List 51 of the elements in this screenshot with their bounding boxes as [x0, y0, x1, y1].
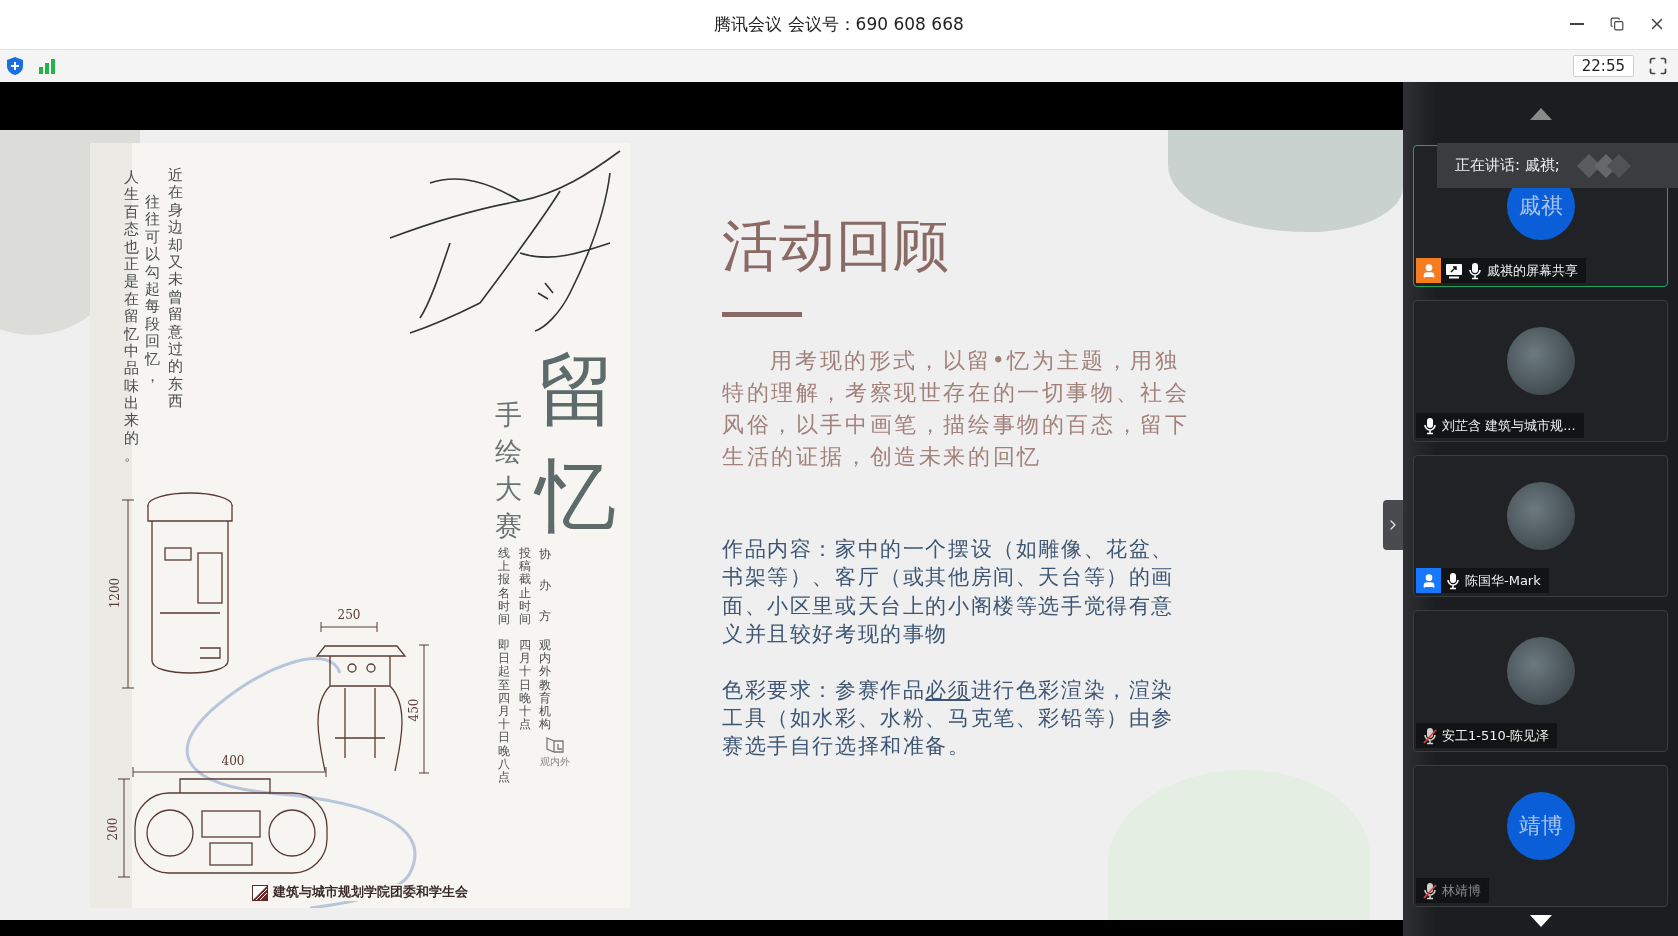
- logo-icon: [544, 736, 566, 754]
- minimize-icon: [1570, 23, 1584, 25]
- intro-paragraph: 用考现的形式，以留•忆为主题，用独特的理解，考察现世存在的一切事物、社会风俗，以手中画笔，描绘事物的百态，留下生活的证据，创造未来的回忆: [722, 347, 1191, 471]
- slide-heading: 活动回顾: [722, 212, 951, 280]
- participant-tile[interactable]: 安工1-510-陈见泽: [1413, 610, 1668, 752]
- poster-info-value: 四月十日晚十点: [519, 639, 531, 732]
- clock: 22:55: [1572, 55, 1634, 77]
- restore-icon: [1610, 17, 1624, 31]
- dimension-label: 200: [106, 817, 120, 841]
- participant-tile[interactable]: 刘芷含 建筑与城市规...: [1413, 300, 1668, 442]
- participant-name: 安工1-510-陈见泽: [1442, 726, 1550, 745]
- participant-tile[interactable]: 靖博 林靖博: [1413, 765, 1668, 907]
- participant-tile[interactable]: 陈国华-Mark: [1413, 455, 1668, 597]
- signal-icon: [38, 58, 56, 74]
- window-title: 腾讯会议 会议号：690 608 668: [714, 13, 964, 36]
- fullscreen-icon: [1648, 56, 1668, 76]
- dimension-label: 1200: [108, 577, 122, 609]
- security-button[interactable]: [6, 56, 24, 76]
- down-triangle-icon: [1528, 914, 1553, 928]
- poster-info-value: 即日起至四月十日晚八点: [498, 639, 510, 785]
- emblem-icon: [252, 884, 268, 901]
- dimension-label: 400: [221, 754, 245, 768]
- shield-icon: [6, 56, 24, 76]
- initials-avatar: 靖博: [1506, 792, 1575, 860]
- poster-title: 留忆: [536, 342, 616, 545]
- poster-info-label: 线上报名时间: [498, 547, 510, 627]
- poster-text: 人生百态也正是在留忆中品味出来的。: [124, 169, 139, 465]
- poster-text: 往往可以勾起每段回忆，: [145, 194, 160, 386]
- dimension-label: 250: [337, 608, 361, 622]
- participant-name: 陈国华-Mark: [1465, 571, 1541, 590]
- poster-subtitle: 手绘大赛: [495, 398, 522, 543]
- poster-info-value: 观内外教育机构: [539, 639, 551, 732]
- participant-name: 刘芷含 建筑与城市规...: [1442, 416, 1576, 435]
- poster-info-label: 协办方: [539, 546, 551, 626]
- participant-name: 戚祺的屏幕共享: [1487, 261, 1578, 280]
- expand-handle[interactable]: [1383, 500, 1403, 550]
- scroll-down-button[interactable]: [1528, 914, 1553, 928]
- logo-text: 观内外: [540, 755, 570, 769]
- speaking-text: 正在讲话: 戚祺;: [1455, 156, 1560, 175]
- participant-name: 林靖博: [1442, 881, 1481, 900]
- dimension-line: [320, 621, 378, 633]
- scroll-up-button[interactable]: [1528, 106, 1553, 121]
- organizer-text: 建筑与城市规划学院团委和学生会: [273, 884, 468, 901]
- poster-text: 近在身边却又未曾留意过的东西: [168, 167, 183, 411]
- content-paragraph: 作品内容：家中的一个摆设（如雕像、花盆、书架等）、客厅（或其他房间、天台等）的画面、小区里或天台上的小阁楼等选手觉得有意义并且较好考现的事物: [722, 536, 1175, 649]
- fullscreen-button[interactable]: [1648, 56, 1668, 76]
- up-triangle-icon: [1528, 106, 1553, 121]
- diamond-logo-icon: [1575, 152, 1632, 179]
- poster-info-label: 投稿截止时间: [519, 547, 531, 627]
- color-requirement-paragraph: 色彩要求：参赛作品必须进行色彩渲染，渲染工具（如水彩、水粉、马克笔、彩铅等）由参赛选手自行选择和准备。: [722, 676, 1175, 761]
- dimension-label: 450: [407, 698, 421, 722]
